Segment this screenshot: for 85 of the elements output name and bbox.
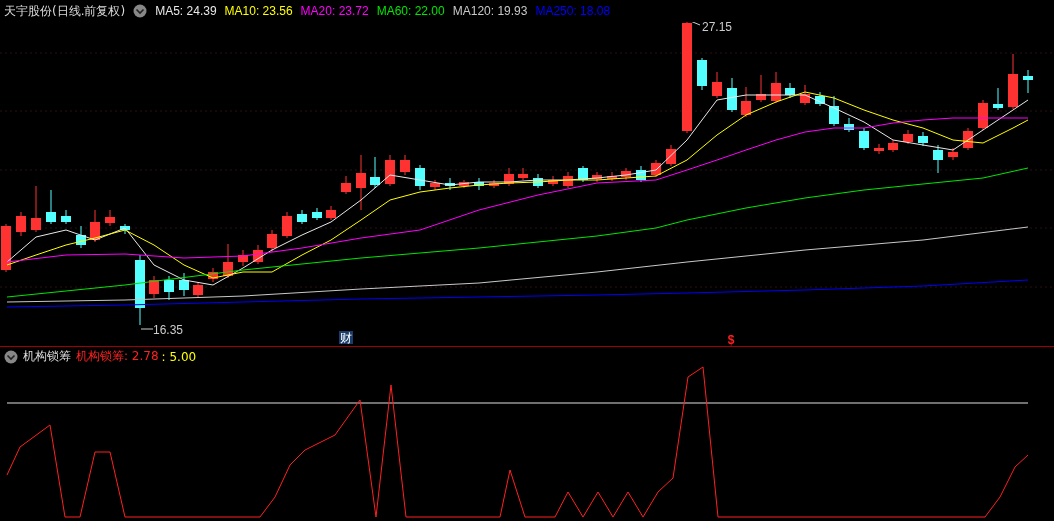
stock-title: 天宇股份(日线.前复权) <box>4 2 126 20</box>
candlestick <box>297 209 307 225</box>
candlestick <box>90 209 100 243</box>
candlestick <box>459 179 469 189</box>
candlestick <box>548 175 558 187</box>
candlestick <box>135 254 145 326</box>
candlestick <box>903 129 913 145</box>
indicator-legend-value: 机构锁筹: 2.78 <box>76 348 159 365</box>
candlestick <box>415 164 425 191</box>
candlestick <box>31 185 41 233</box>
high-price-label: 27.15 <box>687 22 733 34</box>
candlestick <box>16 211 26 237</box>
dropdown-icon[interactable] <box>4 349 18 364</box>
candlestick <box>179 272 189 297</box>
candlestick <box>489 179 499 189</box>
candlestick <box>61 209 71 225</box>
candlestick <box>356 154 366 211</box>
candlestick <box>253 244 263 265</box>
candlestick <box>592 171 602 183</box>
candlestick <box>741 86 751 118</box>
candlestick <box>771 71 781 104</box>
candlestick <box>651 159 661 178</box>
candlestick <box>326 205 336 221</box>
candlestick <box>1023 69 1033 94</box>
ma-legend-value: MA5: 24.39 <box>155 4 217 18</box>
candlestick <box>474 177 484 191</box>
candlestick <box>800 84 810 106</box>
candlestick <box>859 127 869 151</box>
candlestick <box>385 154 395 187</box>
candlestick <box>993 87 1003 111</box>
ma-legend-value: MA20: 23.72 <box>300 4 369 18</box>
low-price-label: 16.35 <box>140 323 184 337</box>
candlestick <box>607 171 617 182</box>
candlestick <box>267 229 277 253</box>
candlestick <box>978 99 988 131</box>
candlestick <box>697 57 707 91</box>
candlestick <box>874 143 884 155</box>
ma-legend-value: MA10: 23.56 <box>224 4 293 18</box>
candlestick <box>636 165 646 183</box>
candlestick <box>400 154 410 176</box>
indicator-title: 机构锁筹 <box>23 348 71 365</box>
candlestick <box>164 275 174 301</box>
candlestick <box>621 167 631 181</box>
candlestick <box>238 249 248 267</box>
finance-marker[interactable]: 财 <box>339 331 353 345</box>
ma-legend-value: MA60: 22.00 <box>376 4 445 18</box>
candlestick <box>756 74 766 103</box>
candlestick <box>120 223 130 235</box>
dropdown-icon[interactable] <box>133 4 148 18</box>
candlestick <box>445 177 455 191</box>
candlestick <box>105 209 115 227</box>
candlestick <box>282 211 292 239</box>
candlestick <box>948 147 958 161</box>
candlestick <box>918 131 928 147</box>
candlestick <box>1 223 11 273</box>
candlestick <box>578 165 588 183</box>
candlestick <box>312 207 322 221</box>
candlestick <box>563 171 573 189</box>
candlestick <box>430 179 440 191</box>
candlestick <box>888 139 898 153</box>
candlestick <box>712 71 722 99</box>
candlestick <box>1008 53 1018 110</box>
ma-legend-value: MA250: 18.08 <box>535 4 611 18</box>
candlestick <box>829 95 839 127</box>
candlestick <box>193 281 203 299</box>
candlestick <box>76 225 86 249</box>
candlestick <box>370 156 380 189</box>
ma-legend-value: MA120: 19.93 <box>452 4 528 18</box>
candlestick <box>46 189 56 225</box>
candlestick <box>208 267 218 283</box>
candlestick <box>149 275 159 299</box>
dollar-marker[interactable]: $ <box>727 333 735 346</box>
candlestick <box>666 144 676 167</box>
candlestick <box>533 173 543 189</box>
candlestick <box>727 77 737 113</box>
indicator-legend-value: : 5.00 <box>161 349 197 364</box>
candlestick <box>785 82 795 99</box>
candlestick <box>518 167 528 181</box>
candlestick <box>844 117 854 133</box>
candlestick <box>933 144 943 174</box>
candlestick <box>815 91 825 107</box>
candlestick <box>223 243 233 279</box>
candlestick <box>341 175 351 195</box>
candlestick <box>963 127 973 151</box>
candlestick <box>504 167 514 187</box>
